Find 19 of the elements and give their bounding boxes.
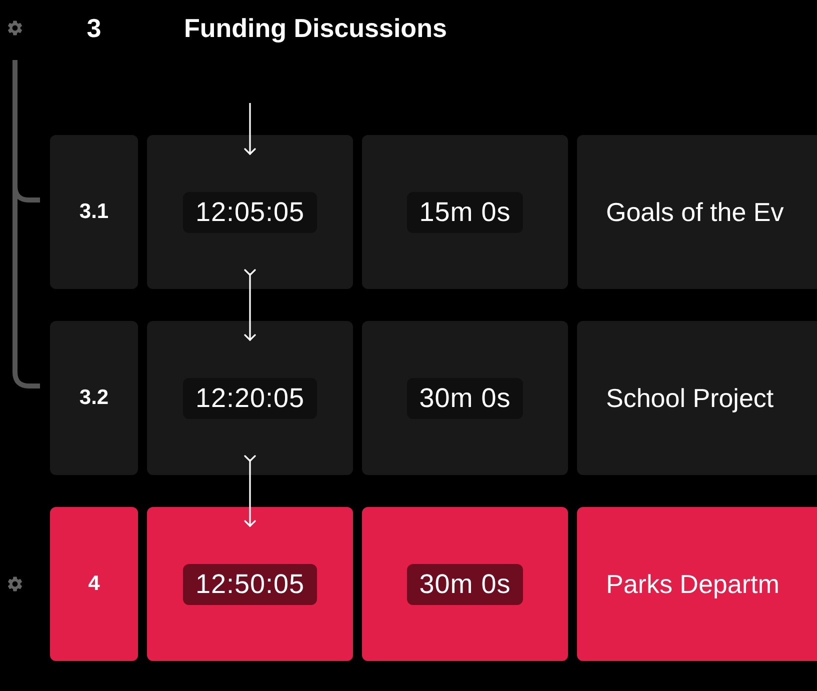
group-number: 3 <box>86 12 102 44</box>
start-time: 12:50:05 <box>183 564 317 604</box>
start-time: 12:20:05 <box>183 378 317 418</box>
settings-icon[interactable] <box>6 19 24 37</box>
down-arrow <box>242 455 258 527</box>
event-title-cell[interactable]: Parks Departm <box>577 507 817 661</box>
duration: 15m 0s <box>407 192 523 232</box>
down-arrow <box>242 103 258 155</box>
number-cell: 3.1 <box>50 135 138 289</box>
duration: 30m 0s <box>407 564 523 604</box>
event-title-cell[interactable]: Goals of the Ev <box>577 135 817 289</box>
number-cell: 3.2 <box>50 321 138 475</box>
settings-icon[interactable] <box>6 575 24 593</box>
down-arrow <box>242 269 258 341</box>
number-cell: 4 <box>50 507 138 661</box>
group-title: Funding Discussions <box>183 12 448 44</box>
duration: 30m 0s <box>407 378 523 418</box>
event-title-cell[interactable]: School Project <box>577 321 817 475</box>
start-time: 12:05:05 <box>183 192 317 232</box>
